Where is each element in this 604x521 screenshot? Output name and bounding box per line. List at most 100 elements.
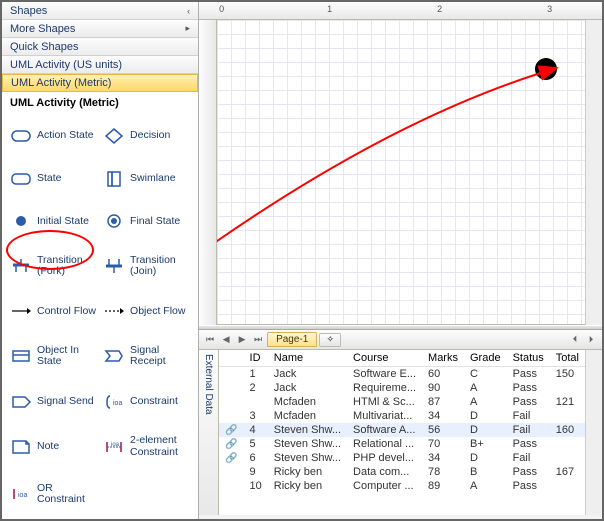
shape-constraint[interactable]: ioa Constraint (101, 383, 192, 420)
shape-final-state[interactable]: Final State (101, 203, 192, 240)
accordion-more-shapes[interactable]: More Shapes▸ (2, 20, 198, 38)
table-row[interactable]: 9Ricky benData com...78BPass167 (219, 465, 585, 479)
shape-note[interactable]: Note (8, 426, 99, 468)
link-icon (219, 479, 243, 493)
link-icon (219, 381, 243, 395)
constraint-icon: ioa (103, 393, 125, 411)
page-tab[interactable]: Page-1 (267, 332, 317, 347)
shapes-section-title: UML Activity (Metric) (2, 92, 198, 114)
table-row[interactable]: 2JackRequireme...90APass (219, 381, 585, 395)
table-row[interactable]: 3McfadenMultivariat...34DFail (219, 409, 585, 423)
nav-last-icon[interactable]: ⏭ (251, 333, 265, 347)
shape-state[interactable]: State (8, 161, 99, 198)
col-course[interactable]: Course (347, 350, 422, 367)
shape-label: Final State (130, 216, 180, 228)
shape-action-state[interactable]: Action State (8, 118, 99, 155)
shape-label: Initial State (37, 216, 89, 228)
transition-join-icon (103, 257, 125, 275)
shape-label: Object Flow (130, 306, 185, 318)
table-row[interactable]: 🔗5Steven Shw...Relational ...70B+Pass (219, 437, 585, 451)
tabs-scroll-left-icon[interactable]: ⏴ (568, 333, 582, 347)
tabs-scroll-right-icon[interactable]: ⏵ (584, 333, 598, 347)
accordion-quick-shapes[interactable]: Quick Shapes (2, 38, 198, 56)
shape-or-constraint[interactable]: ioa OR Constraint (8, 473, 99, 515)
shape-label: Constraint (130, 396, 178, 408)
initial-state-icon (10, 212, 32, 230)
shape-label: Transition (Fork) (37, 255, 97, 278)
link-icon (219, 367, 243, 382)
swimlane-icon (103, 170, 125, 188)
object-in-state-icon (10, 347, 32, 365)
note-icon (10, 438, 32, 456)
shape-control-flow[interactable]: Control Flow (8, 293, 99, 330)
svg-text:ioa: ioa (111, 442, 120, 448)
link-icon: 🔗 (219, 423, 243, 437)
link-icon: 🔗 (219, 437, 243, 451)
two-element-constraint-icon: ioa (103, 438, 125, 456)
shape-label: OR Constraint (37, 483, 97, 506)
shape-label: State (37, 173, 62, 185)
external-data-grid[interactable]: IDNameCourseMarksGradeStatusTotal 1JackS… (219, 350, 585, 515)
svg-text:ioa: ioa (113, 400, 122, 407)
accordion-shapes[interactable]: Shapes‹ (2, 2, 198, 20)
drawing-canvas[interactable] (217, 20, 585, 325)
transition-fork-icon (10, 257, 32, 275)
accordion-uml-activity-metric-[interactable]: UML Activity (Metric) (2, 74, 198, 92)
table-row[interactable]: McfadenHTMl & Sc...87APass121 (219, 395, 585, 409)
object-flow-icon (103, 302, 125, 320)
shape-object-in-state[interactable]: Object In State (8, 336, 99, 378)
canvas-scrollbar[interactable] (585, 20, 602, 325)
shape-label: 2-element Constraint (130, 435, 190, 458)
shape-label: Transition (Join) (130, 255, 190, 278)
control-flow-icon (10, 302, 32, 320)
decision-icon (103, 127, 125, 145)
shape-label: Decision (130, 130, 170, 142)
shape-label: Object In State (37, 345, 97, 368)
data-scrollbar[interactable] (585, 350, 602, 515)
accordion-uml-activity-us-units-[interactable]: UML Activity (US units) (2, 56, 198, 74)
table-row[interactable]: 1JackSoftware E...60CPass150 (219, 367, 585, 382)
shape-transition-join[interactable]: Transition (Join) (101, 246, 192, 288)
final-state-icon (103, 212, 125, 230)
link-icon (219, 395, 243, 409)
shape-label: Action State (37, 130, 94, 142)
shape-label: Note (37, 441, 59, 453)
table-row[interactable]: 🔗4Steven Shw...Software A...56DFail160 (219, 423, 585, 437)
or-constraint-icon: ioa (10, 485, 32, 503)
ruler-vertical (199, 20, 217, 325)
state-icon (10, 170, 32, 188)
initial-state-shape-on-canvas[interactable] (535, 58, 557, 80)
shape-signal-send[interactable]: Signal Send (8, 383, 99, 420)
nav-next-icon[interactable]: ▶ (235, 333, 249, 347)
signal-send-icon (10, 393, 32, 411)
shape-object-flow[interactable]: Object Flow (101, 293, 192, 330)
link-icon (219, 465, 243, 479)
external-data-tab[interactable]: External Data (199, 350, 219, 515)
col-total[interactable]: Total (550, 350, 585, 367)
page-tabs-bar: ⏮ ◀ ▶ ⏭ Page-1 ✧ ⏴ ⏵ (199, 330, 602, 350)
signal-receipt-icon (103, 347, 125, 365)
shape-signal-receipt[interactable]: Signal Receipt (101, 336, 192, 378)
table-row[interactable]: 10Ricky benComputer ...89APass (219, 479, 585, 493)
insert-page-button[interactable]: ✧ (319, 333, 341, 347)
table-row[interactable]: 🔗6Steven Shw...PHP devel...34DFail (219, 451, 585, 465)
shape-swimlane[interactable]: Swimlane (101, 161, 192, 198)
shape-two-element-constraint[interactable]: ioa 2-element Constraint (101, 426, 192, 468)
shape-initial-state[interactable]: Initial State (8, 203, 99, 240)
link-icon (219, 409, 243, 423)
shapes-panel: Shapes‹More Shapes▸Quick ShapesUML Activ… (2, 2, 199, 519)
shape-label: Signal Send (37, 396, 94, 408)
col-name[interactable]: Name (268, 350, 347, 367)
nav-first-icon[interactable]: ⏮ (203, 333, 217, 347)
col-grade[interactable]: Grade (464, 350, 507, 367)
nav-prev-icon[interactable]: ◀ (219, 333, 233, 347)
shape-label: Control Flow (37, 306, 96, 318)
shape-label: Signal Receipt (130, 345, 190, 368)
shape-decision[interactable]: Decision (101, 118, 192, 155)
col-status[interactable]: Status (507, 350, 550, 367)
col-id[interactable]: ID (244, 350, 268, 367)
link-icon: 🔗 (219, 451, 243, 465)
ruler-horizontal: 0 1 2 3 (199, 2, 602, 20)
shape-transition-fork[interactable]: Transition (Fork) (8, 246, 99, 288)
col-marks[interactable]: Marks (422, 350, 464, 367)
